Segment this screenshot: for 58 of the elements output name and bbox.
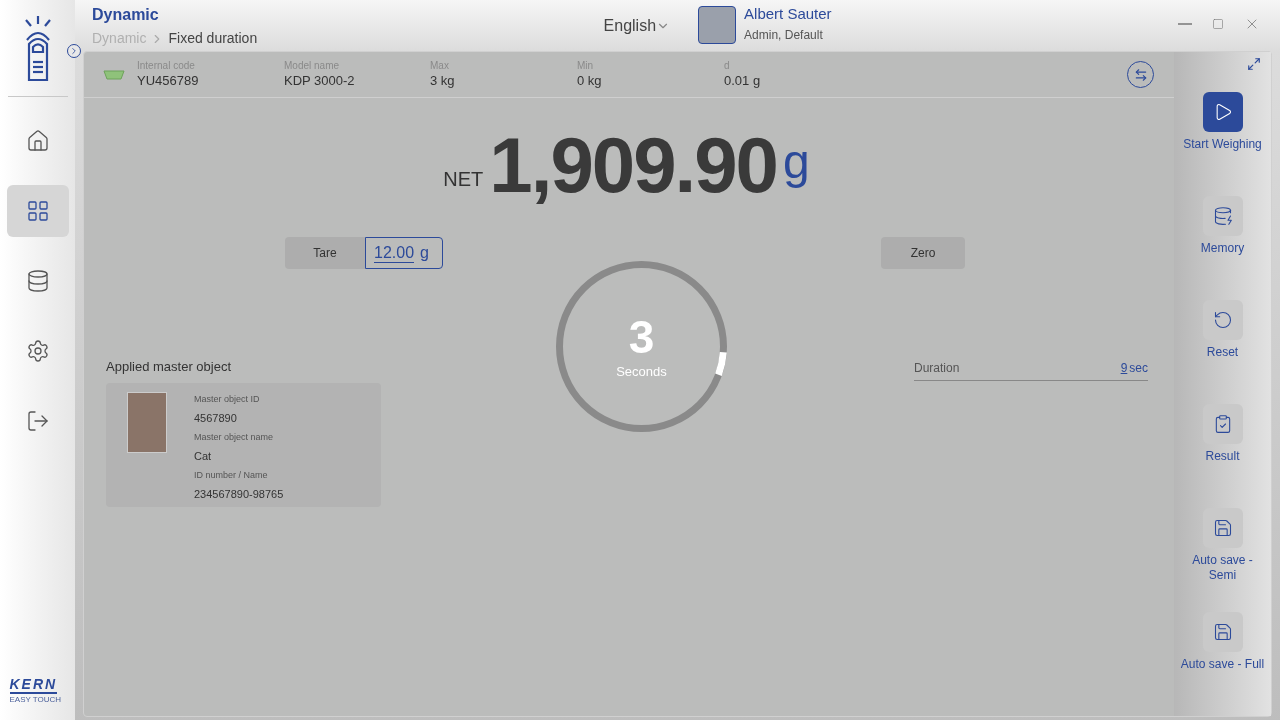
minimize-icon	[1178, 23, 1192, 25]
field-value: Cat	[194, 448, 213, 464]
action-button[interactable]: Auto save - Full	[1176, 612, 1269, 716]
action-button[interactable]: Memory	[1176, 196, 1269, 300]
action-button[interactable]: Start Weighing	[1176, 92, 1269, 196]
page-title: Dynamic	[92, 5, 160, 25]
home-icon	[25, 129, 50, 153]
user-role: Admin, Default	[744, 27, 824, 44]
duration-value: 9	[1120, 360, 1128, 377]
expand-button[interactable]	[67, 44, 81, 58]
weight-value: 1,909.90	[489, 126, 777, 204]
chevron-right-icon	[69, 46, 79, 56]
zero-button[interactable]: Zero	[881, 237, 965, 269]
door-icon	[25, 409, 50, 433]
expand-icon	[1247, 57, 1261, 71]
field-value: 4567890	[194, 410, 238, 426]
database-icon	[25, 269, 50, 293]
info-value: YU456789	[137, 71, 200, 90]
maximize-button[interactable]	[1212, 18, 1224, 30]
tare-value: 12.00	[374, 243, 415, 263]
gear-icon	[25, 339, 50, 363]
info-value: 3 kg	[430, 71, 456, 90]
duration-label: Duration	[914, 360, 960, 377]
countdown-value: 3	[628, 311, 655, 362]
connector-icon	[103, 69, 125, 80]
database-icon	[1212, 206, 1233, 226]
action-button[interactable]: Result	[1176, 404, 1269, 508]
language-dropdown[interactable]: English	[603, 14, 671, 38]
info-value: 0.01 g	[724, 71, 762, 90]
tare-button[interactable]: Tare	[285, 237, 365, 269]
nav-button[interactable]	[6, 185, 69, 237]
reset-icon	[1212, 310, 1233, 330]
field-label: Master object ID	[194, 392, 261, 406]
swap-icon	[1133, 67, 1148, 82]
fullscreen-button[interactable]	[1247, 57, 1261, 71]
brand-tagline: EASY TOUCH	[9, 694, 62, 706]
net-label: NET	[443, 167, 484, 192]
action-button[interactable]: Auto save - Semi	[1176, 508, 1269, 612]
duration-unit: sec	[1129, 360, 1148, 377]
duration-field[interactable]: Duration 9 sec	[914, 359, 1148, 381]
user-name: Albert Sauter	[744, 5, 832, 23]
breadcrumb-link[interactable]: Fixed duration	[168, 28, 258, 49]
photo-placeholder	[127, 391, 167, 453]
brand-logo: KERN	[9, 676, 58, 694]
countdown-label: Seconds	[616, 362, 667, 381]
info-value: KDP 3000-2	[284, 71, 356, 90]
tare-unit: g	[420, 243, 429, 263]
info-value: 0 kg	[577, 71, 603, 90]
field-label: Master object name	[194, 430, 275, 444]
section-title: Applied master object	[106, 358, 232, 376]
tare-field[interactable]: 12.00 g	[365, 237, 443, 269]
avatar-placeholder	[698, 6, 737, 44]
field-value: 234567890-98765	[194, 486, 284, 502]
grid-icon	[25, 199, 50, 223]
weight-unit: g	[782, 134, 810, 190]
action-button[interactable]: Reset	[1176, 300, 1269, 404]
maximize-icon	[1212, 18, 1224, 30]
field-label: ID number / Name	[194, 468, 269, 482]
